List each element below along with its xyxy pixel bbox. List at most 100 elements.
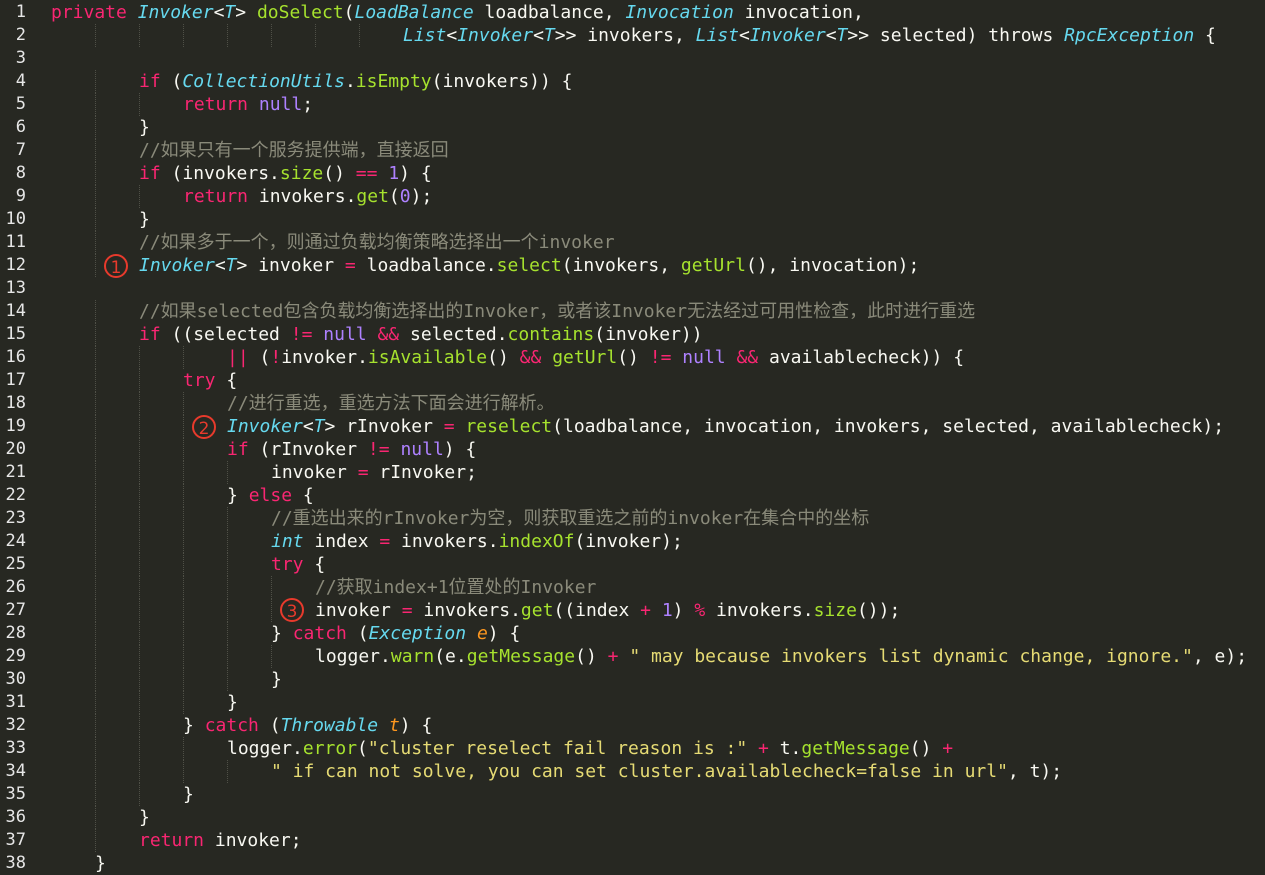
code-token: (e. bbox=[434, 646, 467, 667]
annotation-marker-2: 2 bbox=[192, 415, 216, 439]
code-token: && bbox=[377, 324, 400, 345]
code-token: (invoker); bbox=[574, 531, 683, 552]
code-token: null bbox=[258, 94, 303, 115]
code-token: ((selected bbox=[160, 324, 291, 345]
indent-guide bbox=[95, 783, 96, 806]
indent-guide bbox=[95, 208, 96, 231]
code-token: + bbox=[942, 738, 954, 759]
code-token: Invoker bbox=[457, 25, 534, 46]
code-token: (invokers, bbox=[561, 255, 681, 276]
code-line: return invoker; bbox=[139, 829, 302, 852]
code-token: , e); bbox=[1192, 646, 1248, 667]
indent-guide bbox=[183, 438, 184, 461]
code-token: > bbox=[235, 2, 257, 23]
code-token: CollectionUtils bbox=[182, 71, 345, 92]
line-number: 26 bbox=[5, 577, 26, 597]
line-number: 35 bbox=[5, 784, 26, 804]
indent-guide bbox=[139, 622, 140, 645]
code-token: && bbox=[736, 347, 759, 368]
indent-guide bbox=[95, 461, 96, 484]
indent-guide bbox=[139, 93, 140, 116]
indent-guide bbox=[271, 576, 272, 599]
line-number: 12 bbox=[5, 255, 26, 275]
indent-guide bbox=[95, 622, 96, 645]
code-token: invokers. bbox=[705, 600, 814, 621]
indent-guide bbox=[183, 645, 184, 668]
code-token: = bbox=[344, 255, 356, 276]
indent-guide bbox=[227, 645, 228, 668]
code-token: selected. bbox=[399, 324, 508, 345]
indent-guide bbox=[183, 691, 184, 714]
code-line: if ((selected != null && selected.contai… bbox=[139, 323, 703, 346]
line-number: 17 bbox=[5, 370, 26, 390]
code-token: rInvoker; bbox=[368, 462, 477, 483]
code-token: else bbox=[248, 485, 293, 506]
indent-guide bbox=[139, 185, 140, 208]
line-number: 31 bbox=[5, 692, 26, 712]
code-token: || bbox=[227, 347, 249, 368]
code-token: if bbox=[227, 439, 249, 460]
indent-guide bbox=[183, 484, 184, 507]
line-number: 36 bbox=[5, 807, 26, 827]
code-line: //重选出来的rInvoker为空，则获取重选之前的invoker在集合中的坐标 bbox=[271, 507, 869, 530]
line-number: 25 bbox=[5, 554, 26, 574]
code-token: LoadBalance bbox=[354, 2, 474, 23]
code-token: //如果selected包含负载均衡选择出的Invoker，或者该Invoker… bbox=[139, 301, 976, 322]
code-token: + bbox=[758, 738, 769, 759]
code-token: () bbox=[909, 738, 943, 759]
code-token: try bbox=[271, 554, 304, 575]
indent-guide bbox=[183, 553, 184, 576]
indent-guide bbox=[227, 553, 228, 576]
code-line: if (CollectionUtils.isEmpty(invokers)) { bbox=[139, 70, 573, 93]
code-line: List<Invoker<T>> invokers, List<Invoker<… bbox=[403, 24, 1216, 47]
line-number: 15 bbox=[5, 324, 26, 344]
code-token: () bbox=[487, 347, 520, 368]
code-token: < bbox=[825, 25, 837, 46]
indent-guide bbox=[95, 346, 96, 369]
indent-guide bbox=[183, 737, 184, 760]
code-line: } bbox=[183, 783, 194, 806]
code-token: ) { bbox=[399, 715, 433, 736]
code-token: logger. bbox=[227, 738, 303, 759]
code-token: if bbox=[139, 163, 161, 184]
code-token: < bbox=[214, 255, 226, 276]
line-number-gutter: 1 2 3 4 5 6 7 8 9 10 11 12 13 14 15 16 17 18 19 20 21 22 23 24 2… bbox=[0, 0, 42, 874]
code-line: return null; bbox=[183, 93, 313, 116]
indent-guide bbox=[95, 162, 96, 185]
code-token: } bbox=[271, 623, 293, 644]
code-token: reselect bbox=[465, 416, 553, 437]
code-token: getMessage bbox=[801, 738, 910, 759]
code-token: (), invocation); bbox=[745, 255, 920, 276]
code-token: == bbox=[355, 163, 378, 184]
code-token: ((index bbox=[553, 600, 641, 621]
indent-guide bbox=[227, 507, 228, 530]
code-token: T bbox=[543, 25, 555, 46]
code-line: if (rInvoker != null) { bbox=[227, 438, 476, 461]
line-number: 3 bbox=[15, 48, 26, 68]
code-token: if bbox=[139, 71, 161, 92]
code-token: private bbox=[51, 2, 127, 23]
indent-guide bbox=[139, 783, 140, 806]
code-token: } bbox=[139, 209, 150, 230]
code-token: indexOf bbox=[498, 531, 575, 552]
indent-guide bbox=[271, 24, 272, 47]
code-editor[interactable]: 1 2 3 4 5 6 7 8 9 10 11 12 13 14 15 16 17 18 19 20 21 22 23 24 2… bbox=[0, 0, 1265, 874]
code-token: return bbox=[183, 94, 249, 115]
code-line: } else { bbox=[227, 484, 314, 507]
indent-guide bbox=[95, 645, 96, 668]
code-token: RpcException bbox=[1064, 25, 1195, 46]
indent-guide bbox=[95, 254, 96, 277]
code-token: index bbox=[303, 531, 380, 552]
indent-guide bbox=[271, 645, 272, 668]
code-token: } bbox=[95, 853, 106, 874]
code-token: loadbalance, bbox=[473, 2, 626, 23]
indent-guide bbox=[139, 484, 140, 507]
indent-guide bbox=[183, 461, 184, 484]
line-number: 37 bbox=[5, 830, 26, 850]
code-token: List bbox=[695, 25, 739, 46]
code-token: } bbox=[183, 784, 194, 805]
